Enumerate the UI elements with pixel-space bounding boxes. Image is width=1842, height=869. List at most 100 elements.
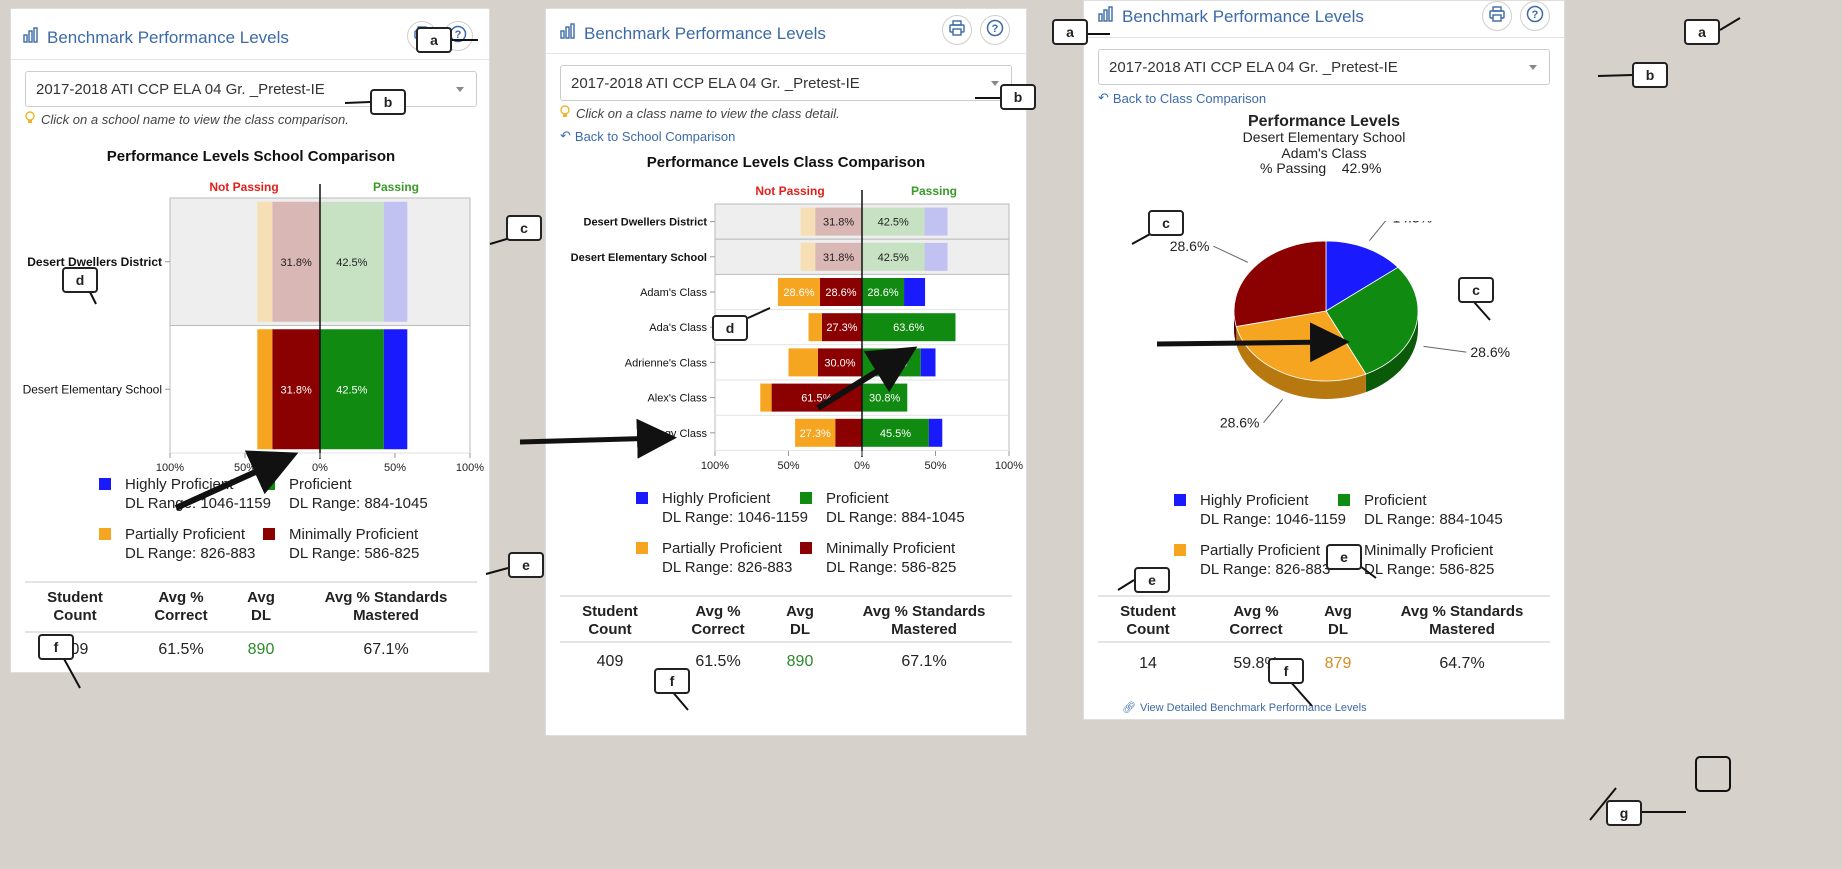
- header-divider: [546, 53, 1026, 54]
- data-label: 31.8%: [823, 252, 854, 264]
- legend-swatch: [99, 528, 111, 540]
- passing-label: % Passing: [1260, 160, 1327, 176]
- header-avg-correct: Avg % Correct: [1229, 603, 1283, 638]
- callout-c: c: [506, 215, 542, 241]
- legend-swatch: [263, 528, 275, 540]
- category-label: Desert Elementary School: [23, 382, 162, 396]
- callout-c: c: [1458, 277, 1494, 303]
- header-divider: [1084, 37, 1564, 38]
- category-label: Desert Dwellers District: [584, 217, 708, 229]
- pie-leader-line: [1369, 221, 1387, 242]
- pie-subtitle-class: Adam's Class: [1281, 145, 1367, 161]
- school-comparison-chart: Performance Levels School Comparison Not …: [23, 148, 485, 471]
- chart-title: Performance Levels School Comparison: [107, 148, 395, 165]
- data-label: 28.6%: [783, 287, 814, 299]
- help-button[interactable]: ?: [980, 15, 1010, 45]
- x-tick-label: 50%: [777, 460, 799, 472]
- legend-swatch: [1338, 494, 1350, 506]
- class-comparison-panel: Benchmark Performance Levels ? 2017-2018…: [545, 8, 1027, 736]
- stats-divider: [560, 595, 1012, 597]
- bar-segment: [920, 348, 936, 377]
- bar-chart-icon: [23, 27, 41, 48]
- value-standards-mastered: 64.7%: [1439, 655, 1485, 672]
- hint-label: Click on a school name to view the class…: [41, 111, 349, 127]
- category-label: Adrienne's Class: [625, 357, 708, 369]
- chevron-down-icon: [1529, 65, 1537, 70]
- lightbulb-icon: [25, 111, 35, 127]
- assessment-select-value: 2017-2018 ATI CCP ELA 04 Gr. _Pretest-IE: [36, 80, 325, 98]
- x-tick-label: 100%: [156, 462, 184, 471]
- assessment-select[interactable]: 2017-2018 ATI CCP ELA 04 Gr. _Pretest-IE: [25, 71, 477, 107]
- hint-label: Click on a class name to view the class …: [576, 105, 840, 121]
- callout-e: e: [1326, 544, 1362, 570]
- bar-segment: [800, 242, 816, 271]
- pie-leader-line: [1263, 398, 1283, 424]
- x-tick-label: 0%: [312, 462, 328, 471]
- bar-segment: [928, 418, 943, 447]
- back-arrow-icon: ↶: [1098, 90, 1109, 105]
- bar-segment: [808, 313, 822, 342]
- category-label: Ada's Class: [649, 322, 707, 334]
- assessment-select[interactable]: 2017-2018 ATI CCP ELA 04 Gr. _Pretest-IE: [560, 65, 1012, 101]
- chevron-down-icon: [456, 87, 464, 92]
- back-to-class-link[interactable]: ↶ Back to Class Comparison: [1098, 90, 1266, 106]
- hint-text: Click on a class name to view the class …: [560, 105, 840, 121]
- header-divider: [11, 59, 489, 60]
- header-student-count: Student Count: [1120, 603, 1176, 638]
- data-label: 61.5%: [801, 393, 832, 405]
- detail-link-label: View Detailed Benchmark Performance Leve…: [1139, 701, 1367, 714]
- back-to-school-link[interactable]: ↶ Back to School Comparison: [560, 128, 735, 144]
- pie-subtitle-school: Desert Elementary School: [1242, 129, 1406, 145]
- print-button[interactable]: [1482, 1, 1512, 31]
- pie-data-label: 28.6%: [1170, 238, 1210, 254]
- value-student-count: 14: [1139, 655, 1157, 672]
- printer-icon: [1489, 5, 1505, 27]
- header-avg-correct: Avg % Correct: [691, 603, 745, 638]
- panel-title-text: Benchmark Performance Levels: [47, 27, 289, 47]
- help-button[interactable]: ?: [1520, 1, 1550, 31]
- bar-segment: [835, 418, 862, 447]
- bar-segment: [383, 329, 408, 450]
- category-label: Adam's Class: [640, 287, 707, 299]
- panel-title: Benchmark Performance Levels: [560, 23, 826, 44]
- x-tick-label: 100%: [995, 460, 1023, 472]
- category-label: Desert Elementary School: [571, 252, 707, 264]
- stats-divider: [25, 581, 477, 583]
- stats-divider: [560, 641, 1012, 643]
- header-student-count: Student Count: [47, 589, 103, 624]
- legend-swatch: [99, 478, 111, 490]
- svg-text:?: ?: [992, 23, 999, 35]
- view-detailed-link[interactable]: 🔗︎ View Detailed Benchmark Performance Le…: [1122, 701, 1367, 715]
- data-label: 28.6%: [867, 287, 898, 299]
- category-label: Zoology Class: [637, 428, 707, 440]
- bar-chart-icon: [1098, 6, 1116, 27]
- data-label: 31.8%: [281, 257, 312, 269]
- back-arrow-icon: ↶: [560, 128, 571, 143]
- help-icon: ?: [1526, 5, 1544, 28]
- stats-divider: [25, 631, 477, 633]
- bar-segment: [924, 207, 948, 236]
- bar-segment: [924, 242, 948, 271]
- value-avg-dl: 890: [786, 653, 814, 670]
- callout-c: c: [1148, 210, 1184, 236]
- chevron-down-icon: [991, 81, 999, 86]
- assessment-select[interactable]: 2017-2018 ATI CCP ELA 04 Gr. _Pretest-IE: [1098, 49, 1550, 85]
- link-icon: 🔗︎: [1122, 702, 1136, 714]
- legend-swatch: [263, 478, 275, 490]
- legend-swatch: [800, 492, 812, 504]
- value-avg-correct: 61.5%: [158, 641, 204, 658]
- print-button[interactable]: [942, 15, 972, 45]
- header-avg-dl: Avg DL: [1324, 603, 1352, 638]
- header-avg-dl: Avg DL: [247, 589, 275, 624]
- legend-swatch: [1174, 494, 1186, 506]
- panel-title: Benchmark Performance Levels: [23, 27, 289, 48]
- callout-g: g: [1606, 800, 1642, 826]
- data-label: 30.0%: [824, 357, 855, 369]
- value-avg-dl: 879: [1324, 655, 1352, 672]
- header-student-count: Student Count: [582, 603, 638, 638]
- class-detail-panel: Benchmark Performance Levels ? 2017-2018…: [1083, 0, 1565, 720]
- passing-header: Passing: [373, 180, 419, 194]
- callout-d: d: [712, 315, 748, 341]
- legend-swatch: [800, 542, 812, 554]
- callout-e: e: [1134, 567, 1170, 593]
